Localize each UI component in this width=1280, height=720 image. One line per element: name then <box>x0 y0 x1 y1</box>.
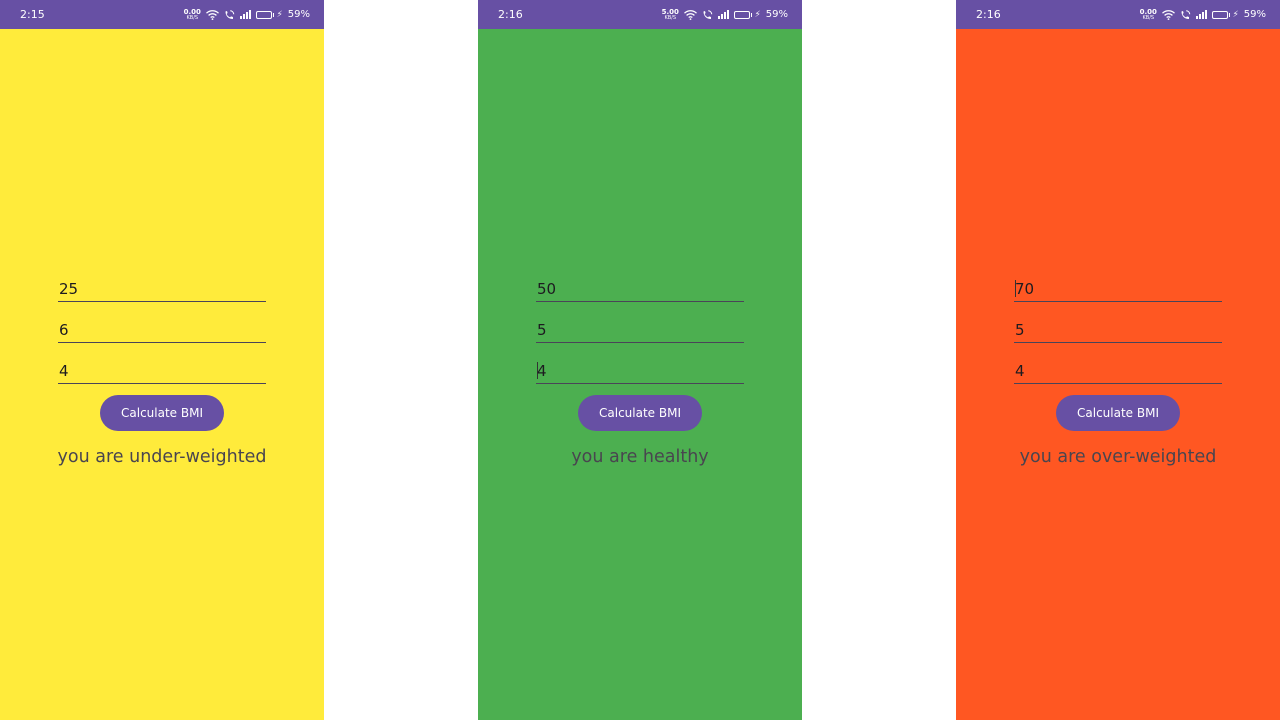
status-icons: 0.00 KB/S ⚡︎ 59% <box>1140 8 1266 21</box>
wifi-calling-icon <box>1180 9 1191 20</box>
screenshot-canvas: 2:15 0.00 KB/S ⚡︎ 59% 25 6 4 Calculate B… <box>0 0 1280 720</box>
height-inches-input-value: 4 <box>537 362 547 380</box>
height-feet-input[interactable]: 5 <box>536 319 744 343</box>
height-inches-input[interactable]: 4 <box>536 360 744 384</box>
net-speed-indicator: 0.00 KB/S <box>184 8 201 21</box>
status-time: 2:16 <box>976 8 1001 21</box>
calculate-bmi-button[interactable]: Calculate BMI <box>1056 395 1180 431</box>
status-icons: 0.00 KB/S ⚡︎ 59% <box>184 8 310 21</box>
net-speed-unit: KB/S <box>1142 14 1155 21</box>
height-feet-input-value: 6 <box>59 321 69 339</box>
height-inches-input[interactable]: 4 <box>1014 360 1222 384</box>
phone-screen-underweight: 2:15 0.00 KB/S ⚡︎ 59% 25 6 4 Calculate B… <box>0 0 324 720</box>
wifi-calling-icon <box>224 9 235 20</box>
battery-percent: 59% <box>1243 9 1266 20</box>
weight-input[interactable]: 25 <box>58 278 266 302</box>
height-inches-input-value: 4 <box>59 362 69 380</box>
phone-screen-healthy: 2:16 5.00 KB/S ⚡︎ 59% 50 5 4 Calculate B… <box>478 0 802 720</box>
wifi-icon <box>683 9 697 20</box>
charging-bolt-icon: ⚡︎ <box>754 9 761 20</box>
wifi-icon <box>1161 9 1175 20</box>
height-feet-input-value: 5 <box>537 321 547 339</box>
height-inches-input[interactable]: 4 <box>58 360 266 384</box>
weight-input[interactable]: 50 <box>536 278 744 302</box>
battery-icon: ⚡︎ <box>1211 9 1239 20</box>
calculate-bmi-button[interactable]: Calculate BMI <box>100 395 224 431</box>
height-feet-input[interactable]: 5 <box>1014 319 1222 343</box>
wifi-calling-icon <box>702 9 713 20</box>
app-content: 70 5 4 Calculate BMI you are over-weight… <box>956 29 1280 720</box>
status-icons: 5.00 KB/S ⚡︎ 59% <box>662 8 788 21</box>
bmi-result-text: you are over-weighted <box>1019 447 1217 467</box>
weight-input-value: 50 <box>537 280 557 298</box>
weight-input[interactable]: 70 <box>1014 278 1222 302</box>
phone-screen-overweight: 2:16 0.00 KB/S ⚡︎ 59% 70 5 4 Calculate B… <box>956 0 1280 720</box>
signal-icon <box>717 10 729 19</box>
net-speed-unit: KB/S <box>664 14 677 21</box>
wifi-icon <box>205 9 219 20</box>
status-time: 2:15 <box>20 8 45 21</box>
status-bar: 2:15 0.00 KB/S ⚡︎ 59% <box>0 0 324 29</box>
height-inches-input-value: 4 <box>1015 362 1025 380</box>
battery-percent: 59% <box>765 9 788 20</box>
app-content: 25 6 4 Calculate BMI you are under-weigh… <box>0 29 324 720</box>
weight-input-value: 25 <box>59 280 79 298</box>
status-bar: 2:16 0.00 KB/S ⚡︎ 59% <box>956 0 1280 29</box>
signal-icon <box>239 10 251 19</box>
battery-icon: ⚡︎ <box>733 9 761 20</box>
battery-percent: 59% <box>287 9 310 20</box>
net-speed-unit: KB/S <box>186 14 199 21</box>
battery-icon: ⚡︎ <box>255 9 283 20</box>
status-bar: 2:16 5.00 KB/S ⚡︎ 59% <box>478 0 802 29</box>
charging-bolt-icon: ⚡︎ <box>1232 9 1239 20</box>
charging-bolt-icon: ⚡︎ <box>276 9 283 20</box>
weight-input-value: 70 <box>1015 280 1035 298</box>
app-content: 50 5 4 Calculate BMI you are healthy <box>478 29 802 720</box>
height-feet-input-value: 5 <box>1015 321 1025 339</box>
signal-icon <box>1195 10 1207 19</box>
calculate-bmi-button[interactable]: Calculate BMI <box>578 395 702 431</box>
net-speed-indicator: 5.00 KB/S <box>662 8 679 21</box>
status-time: 2:16 <box>498 8 523 21</box>
height-feet-input[interactable]: 6 <box>58 319 266 343</box>
bmi-result-text: you are healthy <box>571 447 709 467</box>
bmi-result-text: you are under-weighted <box>57 447 267 467</box>
net-speed-indicator: 0.00 KB/S <box>1140 8 1157 21</box>
